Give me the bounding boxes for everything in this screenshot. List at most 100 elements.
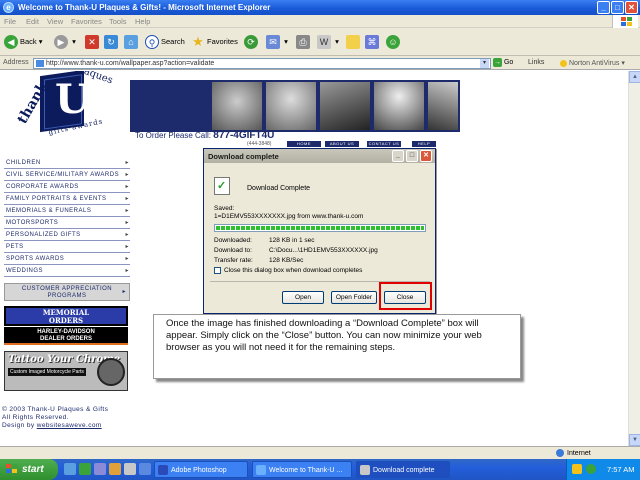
search-button[interactable]: ⚲ Search xyxy=(145,33,185,51)
ie-icon: e xyxy=(3,2,14,13)
menu-file[interactable]: File xyxy=(4,17,16,26)
forward-arrow-icon: ▶ xyxy=(54,35,68,50)
minimize-button[interactable]: _ xyxy=(597,1,610,14)
thank-u-logo[interactable]: U thank plaques gifts·awards xyxy=(12,71,118,147)
menu-item-motorsports[interactable]: MOTORSPORTS xyxy=(4,217,130,229)
maximize-button[interactable]: □ xyxy=(611,1,624,14)
messenger-button[interactable]: ☺ xyxy=(386,33,402,51)
menu-help[interactable]: Help xyxy=(135,17,150,26)
go-button[interactable]: → Go xyxy=(493,58,513,67)
task-adobe-photoshop[interactable]: Adobe Photoshop xyxy=(154,461,248,478)
dialog-minimize-button[interactable]: _ xyxy=(392,150,404,162)
research-button[interactable]: ⌘ xyxy=(365,33,381,51)
search-icon: ⚲ xyxy=(145,35,159,50)
banner-photo-wedding xyxy=(374,82,424,130)
messenger-icon: ☺ xyxy=(386,35,400,50)
designer-link[interactable]: websitesaweve.com xyxy=(37,422,102,429)
menu-item-weddings[interactable]: WEDDINGS xyxy=(4,265,130,277)
page-icon xyxy=(36,60,44,67)
print-button[interactable]: ⎙ xyxy=(296,33,312,51)
links-button[interactable]: Links xyxy=(528,59,544,66)
toolbar: ◀ Back ▾ ▶ ▾ ✕ ↻ ⌂ ⚲ Search ★ Favorites ⟳ ✉… xyxy=(0,28,640,56)
photoshop-icon xyxy=(158,465,168,475)
banner-photo-basketball xyxy=(212,82,262,130)
menu-item-family-portraits[interactable]: FAMILY PORTRAITS & EVENTS xyxy=(4,193,130,205)
menu-favorites[interactable]: Favorites xyxy=(71,17,102,26)
folder-icon xyxy=(346,35,360,50)
windows-flag-icon xyxy=(6,464,18,475)
vertical-scrollbar[interactable]: ▲ ▼ xyxy=(628,71,640,446)
menu-item-personalized-gifts[interactable]: PERSONALIZED GIFTS xyxy=(4,229,130,241)
dialog-maximize-button[interactable]: □ xyxy=(406,150,418,162)
address-url: http://www.thank-u.com/wallpaper.asp?act… xyxy=(46,60,215,67)
ie-task-icon xyxy=(256,465,266,475)
refresh-button[interactable]: ↻ xyxy=(104,33,120,51)
forward-button[interactable]: ▶ ▾ xyxy=(54,33,76,51)
research-icon: ⌘ xyxy=(365,35,379,50)
checkbox-box[interactable] xyxy=(214,267,221,274)
quicklaunch-desktop-icon[interactable] xyxy=(94,463,106,475)
window-title: Welcome to Thank-U Plaques & Gifts! - Mi… xyxy=(18,3,271,12)
menu-item-memorials[interactable]: MEMORIALS & FUNERALS xyxy=(4,205,130,217)
back-button[interactable]: ◀ Back ▾ xyxy=(4,33,43,51)
open-button[interactable]: Open xyxy=(282,291,324,304)
menu-item-civil-service[interactable]: CIVIL SERVICE/MILITARY AWARDS xyxy=(4,169,130,181)
category-menu: CHILDREN CIVIL SERVICE/MILITARY AWARDS C… xyxy=(4,157,130,301)
taskbar: start Adobe Photoshop Welcome to Thank-U… xyxy=(0,459,640,480)
address-input[interactable]: http://www.thank-u.com/wallpaper.asp?act… xyxy=(33,58,491,69)
dropdown-arrow-icon[interactable]: ▾ xyxy=(480,59,489,68)
menu-item-sports-awards[interactable]: SPORTS AWARDS xyxy=(4,253,130,265)
go-arrow-icon: → xyxy=(493,58,502,67)
back-arrow-icon: ◀ xyxy=(4,35,18,50)
banner-photo-child xyxy=(266,82,316,130)
close-window-button[interactable]: ✕ xyxy=(625,1,638,14)
task-download-complete[interactable]: Download complete xyxy=(356,461,450,478)
menu-item-pets[interactable]: PETS xyxy=(4,241,130,253)
nav-about-us[interactable]: ABOUT US xyxy=(325,141,359,147)
favorites-button[interactable]: ★ Favorites xyxy=(191,33,238,51)
word-icon: W xyxy=(317,35,331,50)
system-tray: 7:57 AM xyxy=(566,459,640,480)
scroll-up-arrow-icon[interactable]: ▲ xyxy=(629,71,640,83)
menu-item-corporate[interactable]: CORPORATE AWARDS xyxy=(4,181,130,193)
status-bar: Internet xyxy=(0,446,640,459)
dialog-close-x-button[interactable]: ✕ xyxy=(420,150,432,162)
customer-appreciation-button[interactable]: CUSTOMER APPRECIATION PROGRAMS xyxy=(4,283,130,301)
scroll-down-arrow-icon[interactable]: ▼ xyxy=(629,434,640,446)
quicklaunch-mail-icon[interactable] xyxy=(124,463,136,475)
tray-norton-icon[interactable] xyxy=(572,464,582,474)
mail-button[interactable]: ✉ ▾ xyxy=(266,33,288,51)
media-button[interactable]: ⟳ xyxy=(244,33,260,51)
nav-contact-us[interactable]: CONTACT US xyxy=(367,141,401,147)
home-icon: ⌂ xyxy=(124,35,138,50)
task-internet-explorer[interactable]: Welcome to Thank-U ... xyxy=(252,461,352,478)
stop-button[interactable]: ✕ xyxy=(85,33,101,51)
quicklaunch-media-icon[interactable] xyxy=(79,463,91,475)
memorial-orders-ad[interactable]: MEMORIAL ORDERS xyxy=(4,306,128,326)
download-progress-bar xyxy=(214,224,426,232)
close-when-complete-checkbox[interactable]: Close this dialog box when download comp… xyxy=(214,267,362,274)
tattoo-your-chrome-ad[interactable]: Tattoo Your Chrome Custom Imaged Motorcy… xyxy=(4,351,128,391)
norton-icon xyxy=(560,59,567,67)
start-button[interactable]: start xyxy=(0,459,58,480)
menu-tools[interactable]: Tools xyxy=(109,17,127,26)
nav-home[interactable]: HOME xyxy=(287,141,321,147)
address-bar: Address http://www.thank-u.com/wallpaper… xyxy=(0,56,640,70)
quicklaunch-ie-icon[interactable] xyxy=(64,463,76,475)
harley-davidson-ad[interactable]: HARLEY-DAVIDSON DEALER ORDERS xyxy=(4,327,128,345)
edit-button[interactable]: W ▾ xyxy=(317,33,339,51)
menu-item-children[interactable]: CHILDREN xyxy=(4,157,130,169)
menu-edit[interactable]: Edit xyxy=(26,17,39,26)
nav-help[interactable]: HELP xyxy=(412,141,436,147)
star-icon: ★ xyxy=(192,34,204,50)
home-button[interactable]: ⌂ xyxy=(124,33,140,51)
open-folder-button[interactable]: Open Folder xyxy=(331,291,377,304)
tray-messenger-icon[interactable] xyxy=(586,464,596,474)
menu-view[interactable]: View xyxy=(47,17,63,26)
motorcycle-part-icon xyxy=(97,358,125,386)
saved-info: Saved: 1=D1EMV553XXXXXXX.jpg from www.th… xyxy=(214,205,364,220)
discuss-button[interactable] xyxy=(346,33,362,51)
quicklaunch-app-icon[interactable] xyxy=(109,463,121,475)
quicklaunch-misc-icon[interactable] xyxy=(139,463,151,475)
norton-antivirus-button[interactable]: Norton AntiVirus ▾ xyxy=(560,59,625,67)
